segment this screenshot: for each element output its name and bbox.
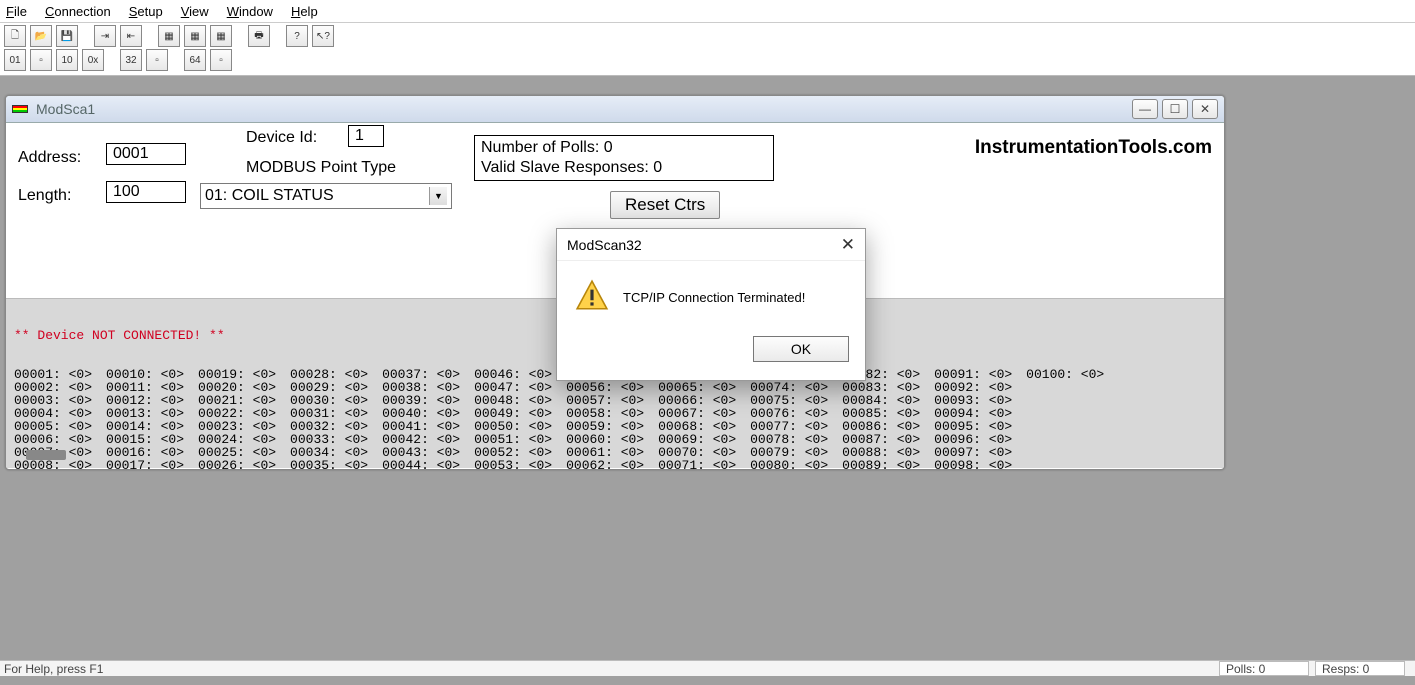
new-icon[interactable]: 🗋 [4, 25, 26, 47]
length-input[interactable]: 100 [106, 181, 186, 203]
minimize-icon[interactable]: — [1132, 99, 1158, 119]
grid-column: 00073: <0>00074: <0>00075: <0>00076: <0>… [750, 368, 828, 470]
stats-box: Number of Polls: 0 Valid Slave Responses… [474, 135, 774, 181]
grid-column: 00082: <0>00083: <0>00084: <0>00085: <0>… [842, 368, 920, 470]
modbus-label: MODBUS Point Type [246, 159, 396, 177]
toolbars: 🗋 📂 💾 ⇥ ⇤ ▦ ▦ ▦ 🖶 ? ↖? 01 ▫ 10 0x 32 ▫ 6… [0, 23, 1415, 76]
grid-cell: 00089: <0> [842, 459, 920, 470]
reset-button[interactable]: Reset Ctrs [610, 191, 720, 219]
status-help: For Help, press F1 [4, 662, 103, 676]
grid-cell: 00080: <0> [750, 459, 828, 470]
dialog-ok-button[interactable]: OK [753, 336, 849, 362]
close-icon[interactable]: ✕ [1192, 99, 1218, 119]
device-id-label: Device Id: [246, 129, 317, 147]
dialog-titlebar[interactable]: ModScan32 ✕ [557, 229, 865, 261]
polls-text: Number of Polls: 0 [481, 138, 767, 158]
grid-cell: 00008: <0> [14, 459, 92, 470]
grid-cell: 00071: <0> [658, 459, 736, 470]
menu-view[interactable]: View [181, 4, 209, 19]
dialog-close-icon[interactable]: ✕ [841, 235, 855, 255]
grid-column: 00064: <0>00065: <0>00066: <0>00067: <0>… [658, 368, 736, 470]
help-icon[interactable]: ? [286, 25, 308, 47]
fmt-icon-4[interactable]: 0x [82, 49, 104, 71]
fmt-icon-6[interactable]: ▫ [146, 49, 168, 71]
warning-icon [575, 279, 609, 316]
open-icon[interactable]: 📂 [30, 25, 52, 47]
modbus-value: 01: COIL STATUS [205, 187, 334, 205]
maximize-icon[interactable]: ☐ [1162, 99, 1188, 119]
dialog-message: TCP/IP Connection Terminated! [623, 290, 805, 305]
fmt-icon-7[interactable]: 64 [184, 49, 206, 71]
tool-icon-2[interactable]: ▦ [184, 25, 206, 47]
modbus-select[interactable]: 01: COIL STATUS ▼ [200, 183, 452, 209]
disconnect-icon[interactable]: ⇤ [120, 25, 142, 47]
chevron-down-icon: ▼ [429, 187, 447, 205]
status-polls: Polls: 0 [1219, 661, 1309, 676]
grid-cell: 00026: <0> [198, 459, 276, 470]
menu-window[interactable]: Window [227, 4, 273, 19]
tool-icon-3[interactable]: ▦ [210, 25, 232, 47]
grid-column: 00028: <0>00029: <0>00030: <0>00031: <0>… [290, 368, 368, 470]
app-icon [12, 105, 28, 113]
grid-column: 00091: <0>00092: <0>00093: <0>00094: <0>… [934, 368, 1012, 470]
grid-cell: 00035: <0> [290, 459, 368, 470]
print-icon[interactable]: 🖶 [248, 25, 270, 47]
menu-connection[interactable]: Connection [45, 4, 111, 19]
dialog: ModScan32 ✕ TCP/IP Connection Terminated… [556, 228, 866, 381]
fmt-icon-3[interactable]: 10 [56, 49, 78, 71]
brand-text: InstrumentationTools.com [975, 137, 1212, 159]
grid-column: 00037: <0>00038: <0>00039: <0>00040: <0>… [382, 368, 460, 470]
tool-icon-1[interactable]: ▦ [158, 25, 180, 47]
grid-cell: 00098: <0> [934, 459, 1012, 470]
menu-file[interactable]: File [6, 4, 27, 19]
dialog-title: ModScan32 [567, 237, 642, 253]
fmt-icon-5[interactable]: 32 [120, 49, 142, 71]
menu-bar: File Connection Setup View Window Help [0, 0, 1415, 23]
resps-text: Valid Slave Responses: 0 [481, 158, 767, 178]
grid-column: 00100: <0> [1026, 368, 1104, 470]
address-input[interactable]: 0001 [106, 143, 186, 165]
grid-cell: 00100: <0> [1026, 368, 1104, 381]
length-label: Length: [18, 187, 71, 205]
fmt-icon-2[interactable]: ▫ [30, 49, 52, 71]
menu-setup[interactable]: Setup [129, 4, 163, 19]
connect-icon[interactable]: ⇥ [94, 25, 116, 47]
status-bar: For Help, press F1 Polls: 0 Resps: 0 [0, 660, 1415, 676]
child-titlebar[interactable]: ModSca1 — ☐ ✕ [6, 96, 1224, 123]
context-help-icon[interactable]: ↖? [312, 25, 334, 47]
fmt-icon-1[interactable]: 01 [4, 49, 26, 71]
grid-column: 00055: <0>00056: <0>00057: <0>00058: <0>… [566, 368, 644, 470]
grid-column: 00010: <0>00011: <0>00012: <0>00013: <0>… [106, 368, 184, 470]
address-label: Address: [18, 149, 81, 167]
status-resps: Resps: 0 [1315, 661, 1405, 676]
grid-cell: 00017: <0> [106, 459, 184, 470]
menu-help[interactable]: Help [291, 4, 318, 19]
resize-handle[interactable] [26, 450, 66, 460]
grid-column: 00019: <0>00020: <0>00021: <0>00022: <0>… [198, 368, 276, 470]
grid-cell: 00053: <0> [474, 459, 552, 470]
child-title: ModSca1 [36, 101, 1132, 117]
device-id-input[interactable]: 1 [348, 125, 384, 147]
fmt-icon-8[interactable]: ▫ [210, 49, 232, 71]
grid-column: 00046: <0>00047: <0>00048: <0>00049: <0>… [474, 368, 552, 470]
save-icon[interactable]: 💾 [56, 25, 78, 47]
grid-cell: 00062: <0> [566, 459, 644, 470]
grid-cell: 00044: <0> [382, 459, 460, 470]
